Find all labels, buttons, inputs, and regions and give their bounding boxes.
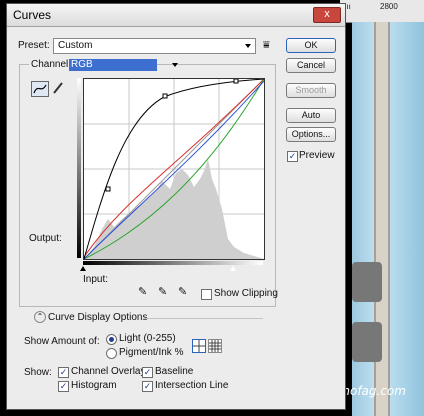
channel-value: RGB (71, 59, 93, 70)
black-eyedropper-icon[interactable]: ✎ (138, 287, 147, 298)
ruler-mark: 2800 (380, 2, 398, 11)
ruler: ıııı 2800 (340, 0, 424, 23)
input-label: Input: (83, 274, 109, 285)
smooth-button[interactable]: Smooth (286, 83, 336, 98)
channel-overlays-checkbox[interactable]: ✓ (58, 367, 69, 378)
ok-button[interactable]: OK (286, 38, 336, 53)
show-amount-label: Show Amount of: (24, 336, 100, 347)
white-point-slider[interactable] (230, 266, 236, 271)
gray-eyedropper-icon[interactable]: ✎ (158, 287, 167, 298)
dialog-title: Curves (13, 8, 52, 22)
pencil-tool-icon[interactable] (51, 81, 65, 95)
detailed-grid-icon[interactable] (208, 339, 222, 353)
channel-overlays-label: Channel Overlays (71, 366, 151, 377)
light-label: Light (0-255) (119, 333, 176, 344)
close-button[interactable]: x (313, 7, 341, 23)
curves-dialog: Curves x Preset: Custom ⩸ Channel: RGB O… (6, 3, 346, 410)
pigment-radio[interactable] (106, 348, 117, 359)
curve-point (105, 186, 111, 192)
chevron-down-icon (172, 63, 178, 67)
cancel-button[interactable]: Cancel (286, 58, 336, 73)
curve-graph-svg (83, 78, 265, 260)
preset-menu-icon[interactable]: ⩸ (263, 40, 270, 51)
histogram-checkbox[interactable]: ✓ (58, 381, 69, 392)
show-clipping-checkbox[interactable] (201, 289, 212, 300)
title-bar[interactable]: Curves x (7, 4, 345, 27)
background-photo (352, 22, 424, 416)
preset-label: Preset: (18, 40, 50, 51)
output-label: Output: (29, 233, 62, 244)
chevron-down-icon (245, 44, 251, 48)
curve-point-tool-icon[interactable] (31, 81, 49, 97)
curve-point (162, 93, 168, 99)
intersection-line-checkbox[interactable]: ✓ (142, 381, 153, 392)
intersection-line-label: Intersection Line (155, 380, 229, 391)
histogram-label: Histogram (71, 380, 117, 391)
light-radio[interactable] (106, 334, 117, 345)
curve-graph[interactable] (83, 78, 265, 260)
curve-display-options-label: Curve Display Options (48, 312, 148, 323)
auto-button[interactable]: Auto (286, 108, 336, 123)
baseline-label: Baseline (155, 366, 194, 377)
black-point-slider[interactable] (80, 266, 86, 271)
preset-value: Custom (58, 40, 93, 51)
curve-point (233, 78, 239, 84)
simple-grid-icon[interactable] (192, 339, 206, 353)
show-label: Show: (24, 367, 52, 378)
expand-chevron-icon[interactable]: ⌃ (34, 311, 46, 323)
white-eyedropper-icon[interactable]: ✎ (178, 287, 187, 298)
hinge-bottom (352, 322, 382, 362)
channel-dropdown[interactable]: RGB (67, 58, 182, 72)
options-button[interactable]: Options... (286, 127, 336, 142)
close-icon: x (324, 8, 330, 20)
pigment-label: Pigment/Ink % (119, 347, 184, 358)
divider (143, 318, 263, 319)
preset-dropdown[interactable]: Custom (53, 38, 256, 54)
baseline-checkbox[interactable]: ✓ (142, 367, 153, 378)
preview-checkbox[interactable]: ✓ (287, 151, 298, 162)
show-clipping-label: Show Clipping (214, 288, 278, 299)
input-gradient (83, 261, 263, 265)
output-gradient (77, 78, 81, 258)
hinge-top (352, 262, 382, 302)
preview-label: Preview (299, 150, 335, 161)
